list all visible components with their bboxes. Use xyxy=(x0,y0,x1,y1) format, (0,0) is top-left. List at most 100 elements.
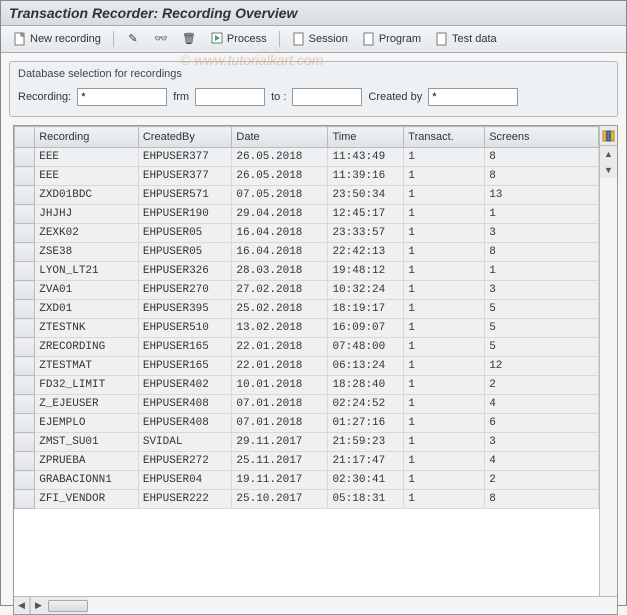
column-transact[interactable]: Transact. xyxy=(404,127,485,148)
cell-time: 16:09:07 xyxy=(328,319,404,338)
table-row[interactable]: ZSE38EHPUSER0516.04.201822:42:1318 xyxy=(15,243,599,262)
column-created-by[interactable]: CreatedBy xyxy=(138,127,232,148)
cell-date: 13.02.2018 xyxy=(232,319,328,338)
table-row[interactable]: LYON_LT21EHPUSER32628.03.201819:48:1211 xyxy=(15,262,599,281)
test-data-button[interactable]: Test data xyxy=(431,30,501,48)
new-document-icon xyxy=(13,32,27,46)
table-row[interactable]: ZXD01BDCEHPUSER57107.05.201823:50:34113 xyxy=(15,186,599,205)
cell-time: 11:43:49 xyxy=(328,148,404,167)
table-row[interactable]: ZEXK02EHPUSER0516.04.201823:33:5713 xyxy=(15,224,599,243)
row-selector[interactable] xyxy=(15,376,35,395)
cell-created-by: EHPUSER165 xyxy=(138,338,232,357)
cell-transact: 1 xyxy=(404,490,485,509)
table-row[interactable]: EJEMPLOEHPUSER40807.01.201801:27:1616 xyxy=(15,414,599,433)
row-selector[interactable] xyxy=(15,357,35,376)
cell-screens: 13 xyxy=(485,186,599,205)
cell-time: 07:48:00 xyxy=(328,338,404,357)
table-row[interactable]: ZTESTMATEHPUSER16522.01.201806:13:24112 xyxy=(15,357,599,376)
program-label: Program xyxy=(379,33,421,45)
glasses-button[interactable]: 👓 xyxy=(150,30,172,48)
table-row[interactable]: ZFI_VENDOREHPUSER22225.10.201705:18:3118 xyxy=(15,490,599,509)
cell-recording: GRABACIONN1 xyxy=(35,471,139,490)
row-selector[interactable] xyxy=(15,319,35,338)
row-selector[interactable] xyxy=(15,186,35,205)
frm-label: frm xyxy=(173,91,189,103)
configure-columns-icon[interactable] xyxy=(600,126,617,146)
row-selector[interactable] xyxy=(15,281,35,300)
cell-screens: 2 xyxy=(485,376,599,395)
row-selector[interactable] xyxy=(15,148,35,167)
scroll-up-icon[interactable]: ▲ xyxy=(600,146,617,162)
row-selector[interactable] xyxy=(15,414,35,433)
title-bar: Transaction Recorder: Recording Overview xyxy=(1,1,626,26)
column-recording[interactable]: Recording xyxy=(35,127,139,148)
table-row[interactable]: EEEEHPUSER37726.05.201811:39:1618 xyxy=(15,167,599,186)
cell-transact: 1 xyxy=(404,300,485,319)
table-row[interactable]: ZXD01EHPUSER39525.02.201818:19:1715 xyxy=(15,300,599,319)
row-selector[interactable] xyxy=(15,338,35,357)
cell-screens: 1 xyxy=(485,205,599,224)
cell-recording: EJEMPLO xyxy=(35,414,139,433)
new-recording-button[interactable]: New recording xyxy=(9,30,105,48)
cell-recording: ZXD01 xyxy=(35,300,139,319)
filter-panel: Database selection for recordings Record… xyxy=(9,61,618,117)
vscroll-track[interactable] xyxy=(600,178,617,596)
table-row[interactable]: ZRECORDINGEHPUSER16522.01.201807:48:0015 xyxy=(15,338,599,357)
cell-recording: EEE xyxy=(35,167,139,186)
cell-created-by: EHPUSER05 xyxy=(138,224,232,243)
row-selector[interactable] xyxy=(15,490,35,509)
column-screens[interactable]: Screens xyxy=(485,127,599,148)
vertical-scrollbar[interactable]: ▲ ▼ xyxy=(599,126,617,596)
cell-screens: 8 xyxy=(485,490,599,509)
table-row[interactable]: ZTESTNKEHPUSER51013.02.201816:09:0715 xyxy=(15,319,599,338)
table-row[interactable]: ZVA01EHPUSER27027.02.201810:32:2413 xyxy=(15,281,599,300)
edit-button[interactable]: ✎ xyxy=(122,30,144,48)
to-input[interactable] xyxy=(292,88,362,106)
frm-input[interactable] xyxy=(195,88,265,106)
table-row[interactable]: GRABACIONN1EHPUSER0419.11.201702:30:4112 xyxy=(15,471,599,490)
cell-date: 27.02.2018 xyxy=(232,281,328,300)
table-row[interactable]: Z_EJEUSEREHPUSER40807.01.201802:24:5214 xyxy=(15,395,599,414)
cell-recording: ZPRUEBA xyxy=(35,452,139,471)
row-selector[interactable] xyxy=(15,452,35,471)
table-header-row: Recording CreatedBy Date Time Transact. … xyxy=(15,127,599,148)
row-selector[interactable] xyxy=(15,262,35,281)
cell-date: 22.01.2018 xyxy=(232,338,328,357)
scroll-down-icon[interactable]: ▼ xyxy=(600,162,617,178)
row-selector[interactable] xyxy=(15,205,35,224)
created-by-input[interactable] xyxy=(428,88,518,106)
row-selector[interactable] xyxy=(15,471,35,490)
table-row[interactable]: JHJHJEHPUSER19029.04.201812:45:1711 xyxy=(15,205,599,224)
test-data-label: Test data xyxy=(452,33,497,45)
recording-input[interactable] xyxy=(77,88,167,106)
column-time[interactable]: Time xyxy=(328,127,404,148)
table-row[interactable]: ZMST_SU01SVIDAL29.11.201721:59:2313 xyxy=(15,433,599,452)
row-selector[interactable] xyxy=(15,395,35,414)
row-selector[interactable] xyxy=(15,243,35,262)
column-date[interactable]: Date xyxy=(232,127,328,148)
cell-screens: 8 xyxy=(485,167,599,186)
cell-date: 07.01.2018 xyxy=(232,395,328,414)
row-selector[interactable] xyxy=(15,433,35,452)
table-row[interactable]: FD32_LIMITEHPUSER40210.01.201818:28:4012 xyxy=(15,376,599,395)
process-button[interactable]: Process xyxy=(206,30,271,48)
program-button[interactable]: Program xyxy=(358,30,425,48)
cell-time: 19:48:12 xyxy=(328,262,404,281)
created-by-label: Created by xyxy=(368,91,422,103)
cell-transact: 1 xyxy=(404,471,485,490)
horizontal-scrollbar[interactable]: ◀ ▶ xyxy=(14,596,617,614)
table-row[interactable]: ZPRUEBAEHPUSER27225.11.201721:17:4714 xyxy=(15,452,599,471)
cell-screens: 8 xyxy=(485,148,599,167)
row-selector-header[interactable] xyxy=(15,127,35,148)
cell-screens: 3 xyxy=(485,433,599,452)
row-selector[interactable] xyxy=(15,224,35,243)
cell-date: 10.01.2018 xyxy=(232,376,328,395)
session-button[interactable]: Session xyxy=(288,30,352,48)
row-selector[interactable] xyxy=(15,167,35,186)
cell-transact: 1 xyxy=(404,338,485,357)
delete-button[interactable]: 🗑 xyxy=(178,30,200,48)
cell-time: 10:32:24 xyxy=(328,281,404,300)
row-selector[interactable] xyxy=(15,300,35,319)
table-row[interactable]: EEEEHPUSER37726.05.201811:43:4918 xyxy=(15,148,599,167)
cell-date: 25.11.2017 xyxy=(232,452,328,471)
